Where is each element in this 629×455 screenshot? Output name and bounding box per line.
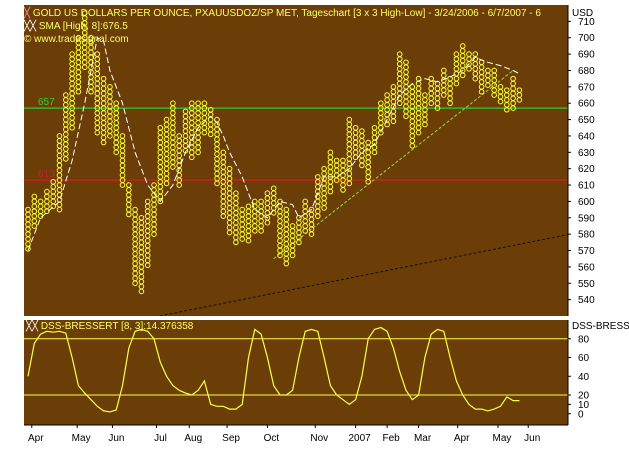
price-tick-label: 680 <box>578 66 595 77</box>
time-tick-label: Nov <box>310 433 328 444</box>
oscillator-label: DSS-BRESSERT [8, 3]:14.376358 <box>40 321 194 332</box>
time-tick-label: Apr <box>28 433 44 444</box>
time-tick-label: Aug <box>184 433 202 444</box>
price-tick-label: 640 <box>578 131 595 142</box>
time-tick-label: 2007 <box>348 433 371 444</box>
price-tick-label: 540 <box>578 295 595 306</box>
price-tick-label: 650 <box>578 115 595 126</box>
oscillator-tick-label: 10 <box>578 400 590 411</box>
copyright-note: © www.tradesignal.com <box>24 34 129 45</box>
time-tick-label: Jun <box>108 433 124 444</box>
chart-title: GOLD US DOLLARS PER OUNCE, PXAUUSDOZ/SP … <box>32 8 541 19</box>
price-tick-label: 550 <box>578 279 595 290</box>
level-label-613: 613 <box>38 169 55 180</box>
price-tick-label: 700 <box>578 33 595 44</box>
sma-label: SMA [High, 8]:676.5 <box>38 21 128 32</box>
time-tick-label: Mar <box>414 433 432 444</box>
oscillator-tick-label: 0 <box>578 409 584 420</box>
oscillator-tick-label: 80 <box>578 334 590 345</box>
price-tick-label: 620 <box>578 164 595 175</box>
oscillator-tick-label: 20 <box>578 391 590 402</box>
price-tick-label: 670 <box>578 82 595 93</box>
price-tick-label: 580 <box>578 230 595 241</box>
sma-legend: ╳╳ SMA [High, 8]:676.5 <box>24 21 128 32</box>
time-tick-label: Sep <box>222 433 240 444</box>
level-label-657: 657 <box>38 97 55 108</box>
time-tick-label: Apr <box>454 433 470 444</box>
sma-marker-icon: ╳╳ <box>24 21 37 32</box>
oscillator-tick-label: 40 <box>578 372 590 383</box>
time-tick-label: May <box>493 433 512 444</box>
price-tick-label: 590 <box>578 213 595 224</box>
chart-title-row: ╳ GOLD US DOLLARS PER OUNCE, PXAUUSDOZ/S… <box>24 8 541 19</box>
time-tick-label: Oct <box>264 433 280 444</box>
currency-label: USD <box>572 8 594 19</box>
price-tick-label: 570 <box>578 246 595 257</box>
chart-canvas: 6576135405505605705805906006106206306406… <box>24 5 595 444</box>
price-tick-label: 560 <box>578 262 595 273</box>
price-tick-label: 630 <box>578 148 595 159</box>
price-tick-label: 660 <box>578 99 595 110</box>
price-tick-label: 600 <box>578 197 595 208</box>
time-tick-label: Jun <box>524 433 540 444</box>
oscillator-tick-label: 60 <box>578 353 590 364</box>
oscillator-legend: ╳╳ DSS-BRESSERT [8, 3]:14.376358 <box>26 321 193 332</box>
oscillator-marker-icon: ╳╳ <box>26 321 39 332</box>
chart-window: 657 613 540 550 560 570 580 590 600 610 620 630 640 6… <box>0 0 629 455</box>
series-marker-icon: ╳ <box>24 8 31 19</box>
price-tick-label: 690 <box>578 50 595 61</box>
time-tick-label: Feb <box>382 433 400 444</box>
price-tick-label: 610 <box>578 181 595 192</box>
time-tick-label: Jul <box>154 433 167 444</box>
oscillator-axis-title: DSS-BRESSI <box>572 321 629 332</box>
time-tick-label: May <box>72 433 91 444</box>
